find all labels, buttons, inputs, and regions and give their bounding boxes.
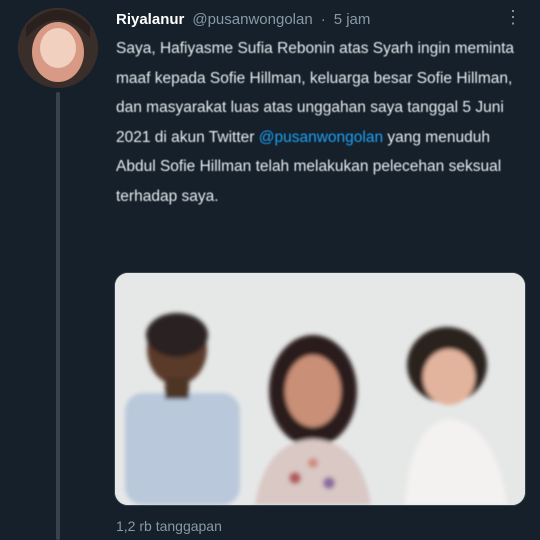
mention-link[interactable]: @pusanwongolan <box>259 129 383 146</box>
user-handle[interactable]: @pusanwongolan <box>192 11 312 28</box>
avatar[interactable] <box>18 8 98 88</box>
avatar-image <box>18 8 98 88</box>
tweet-media-image[interactable] <box>114 272 526 506</box>
tweet[interactable]: Riyalanur @pusanwongolan · 5 jam ⋮ Saya,… <box>0 0 540 540</box>
tweet-text: Saya, Hafiyasme Sufia Rebonin atas Syarh… <box>116 34 524 211</box>
more-options-icon[interactable]: ⋮ <box>504 6 522 28</box>
timestamp[interactable]: 5 jam <box>334 11 371 28</box>
separator-dot: · <box>320 10 326 28</box>
media-photo <box>115 273 525 505</box>
tweet-header: Riyalanur @pusanwongolan · 5 jam <box>116 8 516 30</box>
tweet-stats[interactable]: 1,2 rb tanggapan <box>116 518 222 534</box>
display-name[interactable]: Riyalanur <box>116 11 184 28</box>
thread-line <box>56 92 60 540</box>
